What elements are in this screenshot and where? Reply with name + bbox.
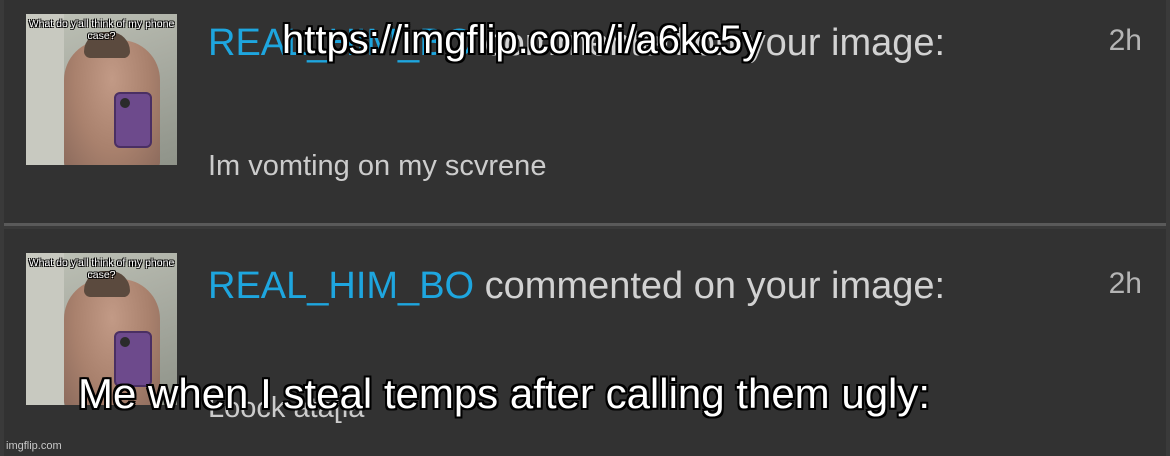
notification-action: commented on your image: [474,265,946,307]
thumbnail-caption: What do y'all think of my phone case? [28,257,175,281]
notification-time: 2h [1108,267,1142,300]
meme-bottom-text: Me when I steal temps after calling them… [78,370,931,417]
meme-top-text: https://imgflip.com/i/a6kc5y [282,18,763,62]
thumbnail-caption: What do y'all think of my phone case? [28,18,175,42]
comment-text: Im vomting on my scvrene [208,150,547,182]
image-thumbnail[interactable]: What do y'all think of my phone case? [26,14,177,165]
notification-headline: REAL_HIM_BO commented on your image: [208,261,968,311]
thumbnail-phone [114,92,152,148]
username-link[interactable]: REAL_HIM_BO [208,265,474,307]
notification-item[interactable]: What do y'all think of my phone case? RE… [4,229,1166,456]
watermark: imgflip.com [6,440,62,452]
notification-time: 2h [1108,24,1142,57]
